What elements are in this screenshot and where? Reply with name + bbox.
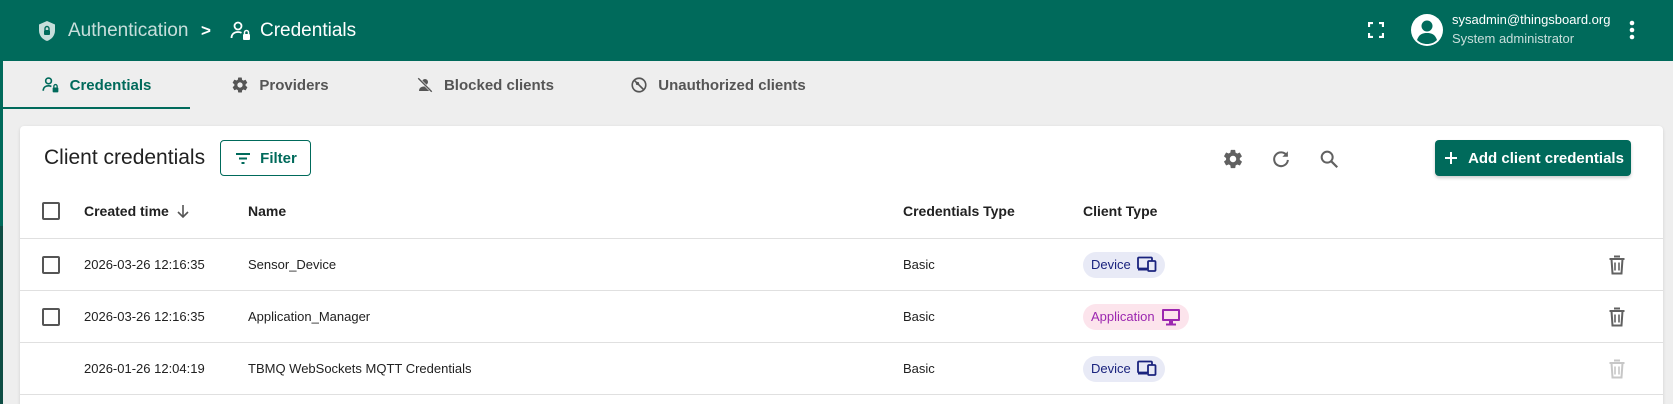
desktop-icon (1161, 308, 1181, 326)
blocked-user-icon (416, 76, 434, 94)
delete-button (1605, 357, 1629, 381)
credentials-type-cell: Basic (903, 257, 935, 272)
shield-icon (36, 20, 58, 42)
table-header: Created time Name Credentials Type Clien… (20, 183, 1663, 239)
arrow-down-icon (175, 203, 191, 219)
refresh-button[interactable] (1268, 146, 1294, 172)
plus-icon (1442, 149, 1460, 167)
tab-credentials[interactable]: Credentials (3, 61, 190, 109)
row-checkbox[interactable] (42, 256, 60, 274)
user-lock-icon (42, 76, 60, 94)
page-title: Client credentials (44, 146, 206, 169)
table-row[interactable]: 2026-03-26 12:16:35 Sensor_Device Basic … (20, 239, 1663, 291)
account-circle-icon (1411, 14, 1443, 46)
tab-providers[interactable]: Providers (190, 61, 370, 109)
search-icon (1320, 150, 1339, 169)
avatar[interactable] (1410, 13, 1444, 47)
name-cell: Sensor_Device (248, 257, 337, 272)
client-type-chip: Application (1083, 303, 1189, 330)
gear-icon (231, 76, 249, 94)
breadcrumb-separator: > (201, 20, 211, 40)
breadcrumb-authentication[interactable]: Authentication (36, 0, 188, 61)
search-button[interactable] (1316, 146, 1342, 172)
top-toolbar: Authentication > Credentials sysadmin@th… (0, 0, 1673, 61)
created-time-cell: 2026-03-26 12:16:35 (84, 309, 205, 324)
column-header-label: Created time (84, 202, 169, 219)
add-client-credentials-button[interactable]: Add client credentials (1435, 140, 1631, 176)
more-vert-icon (1629, 20, 1635, 40)
breadcrumb-current-label: Credentials (260, 19, 357, 41)
chip-label: Device (1091, 257, 1131, 272)
column-header-created-time[interactable]: Created time (84, 183, 191, 238)
add-button-label: Add client credentials (1468, 149, 1624, 167)
fullscreen-icon (1368, 22, 1384, 38)
trash-icon (1609, 359, 1625, 379)
filter-button[interactable]: Filter (220, 140, 311, 176)
column-settings-button[interactable] (1220, 146, 1246, 172)
tab-label: Blocked clients (443, 76, 555, 94)
select-all-checkbox[interactable] (42, 202, 60, 220)
devices-icon (1136, 360, 1157, 378)
table-row[interactable]: 2026-03-26 12:16:35 Application_Manager … (20, 291, 1663, 343)
user-lock-icon (230, 20, 252, 42)
name-cell: Application_Manager (248, 309, 371, 324)
client-type-cell: Device (1083, 343, 1165, 394)
tab-blocked-clients[interactable]: Blocked clients (370, 61, 600, 109)
tab-bar: Credentials Providers Blocked clients Un… (3, 61, 1673, 109)
chip-label: Application (1091, 309, 1155, 324)
tab-label: Unauthorized clients (658, 76, 806, 94)
user-email: sysadmin@thingsboard.org (1452, 12, 1611, 27)
refresh-icon (1273, 151, 1289, 168)
column-header-client-type[interactable]: Client Type (1083, 183, 1157, 238)
created-time-cell: 2026-03-26 12:16:35 (84, 257, 205, 272)
no-access-icon (630, 76, 648, 94)
delete-button[interactable] (1605, 305, 1629, 329)
name-cell: TBMQ WebSockets MQTT Credentials (248, 361, 472, 376)
table-row[interactable]: 2026-01-26 12:04:19 TBMQ WebSockets MQTT… (20, 343, 1663, 395)
chip-label: Device (1091, 361, 1131, 376)
client-credentials-card: Client credentials Filter Add client cre… (20, 126, 1663, 404)
devices-icon (1136, 256, 1157, 274)
gear-icon (1224, 149, 1242, 169)
credentials-type-cell: Basic (903, 309, 935, 324)
delete-button[interactable] (1605, 253, 1629, 277)
breadcrumb-root-label: Authentication (68, 19, 189, 41)
side-strip (0, 61, 3, 404)
filter-list-icon (234, 149, 252, 167)
client-type-chip: Device (1083, 251, 1165, 278)
tab-unauthorized-clients[interactable]: Unauthorized clients (600, 61, 836, 109)
tab-label: Providers (259, 76, 329, 94)
tab-label: Credentials (69, 76, 152, 94)
filter-label: Filter (260, 149, 297, 167)
fullscreen-button[interactable] (1364, 18, 1388, 42)
column-header-name[interactable]: Name (248, 183, 286, 238)
user-role: System administrator (1452, 31, 1575, 46)
column-header-credentials-type[interactable]: Credentials Type (903, 183, 1015, 238)
client-type-cell: Application (1083, 291, 1189, 342)
row-checkbox[interactable] (42, 308, 60, 326)
trash-icon (1609, 307, 1625, 327)
more-menu-button[interactable] (1620, 16, 1644, 44)
credentials-type-cell: Basic (903, 361, 935, 376)
trash-icon (1609, 255, 1625, 275)
client-type-cell: Device (1083, 239, 1165, 290)
client-type-chip: Device (1083, 355, 1165, 382)
breadcrumb-credentials: Credentials (230, 0, 356, 61)
created-time-cell: 2026-01-26 12:04:19 (84, 361, 205, 376)
